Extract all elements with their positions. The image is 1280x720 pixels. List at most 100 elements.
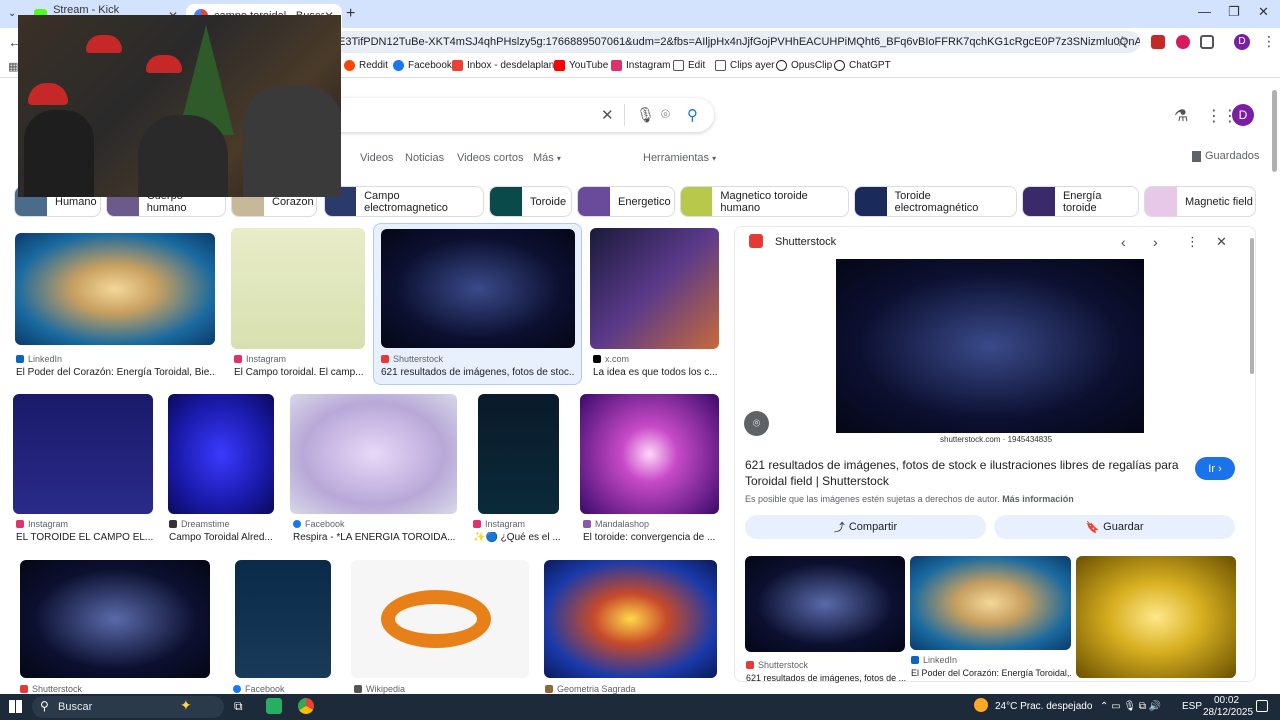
- related-image[interactable]: [1076, 556, 1236, 678]
- windows-start-icon[interactable]: [9, 700, 22, 713]
- result-source[interactable]: Facebook: [293, 519, 345, 529]
- close-panel-icon[interactable]: ✕: [1216, 234, 1227, 250]
- tab-list-chevron-icon[interactable]: ⌄: [8, 8, 16, 19]
- bookmark-clips-ayer[interactable]: Clips ayer: [715, 60, 774, 71]
- result-source[interactable]: Wikipedia: [354, 684, 405, 694]
- new-tab-button[interactable]: +: [346, 5, 355, 23]
- tools-button[interactable]: Herramientas ▾: [643, 152, 716, 164]
- chip-campo-electromagnetico[interactable]: Campo electromagnetico: [324, 186, 484, 217]
- save-button[interactable]: 🔖 Guardar: [994, 515, 1235, 539]
- bookmark-reddit[interactable]: Reddit: [344, 60, 388, 71]
- bookmark-chatgpt[interactable]: ChatGPT: [834, 60, 891, 71]
- result-image-selected[interactable]: [381, 229, 575, 348]
- tab-videos-cortos[interactable]: Videos cortos: [457, 152, 523, 164]
- more-info-link[interactable]: Más información: [1002, 494, 1074, 504]
- result-source[interactable]: Dreamstime: [169, 519, 230, 529]
- result-source[interactable]: Instagram: [16, 519, 68, 529]
- chip-toroide-electromagnetico[interactable]: Toroide electromagnético: [854, 186, 1017, 217]
- weather-text[interactable]: 24°C Prac. despejado: [995, 701, 1092, 712]
- result-caption[interactable]: Campo Toroidal Alred...: [169, 532, 279, 543]
- lens-search-icon[interactable]: ⌾: [744, 411, 769, 436]
- taskbar-search[interactable]: Buscar: [32, 696, 224, 718]
- preview-image[interactable]: [836, 259, 1144, 433]
- tab-mas[interactable]: Más ▾: [533, 152, 561, 164]
- search-box[interactable]: [330, 98, 714, 132]
- related-source[interactable]: LinkedIn: [911, 655, 957, 665]
- result-source[interactable]: Mandalashop: [583, 519, 649, 529]
- related-image[interactable]: [745, 556, 905, 652]
- extension-red-icon[interactable]: [1151, 35, 1165, 49]
- result-image[interactable]: [235, 560, 331, 678]
- result-caption[interactable]: La idea es que todos los c...: [593, 367, 719, 378]
- extension-pink-icon[interactable]: [1176, 35, 1190, 49]
- mic-icon[interactable]: 🎙: [636, 106, 655, 124]
- notification-icon[interactable]: [1256, 700, 1268, 712]
- result-image[interactable]: [20, 560, 210, 678]
- chip-energetico[interactable]: Energetico: [577, 186, 675, 217]
- tray-icons[interactable]: ⌃ ▭ 🎙 ⧉ 🔊: [1100, 701, 1161, 712]
- more-options-icon[interactable]: ⋮: [1186, 234, 1199, 250]
- related-source[interactable]: Shutterstock: [746, 660, 808, 670]
- chip-magnetico-toroide-humano[interactable]: Magnetico toroide humano: [680, 186, 849, 217]
- clear-icon[interactable]: ✕: [601, 106, 614, 124]
- next-icon[interactable]: ›: [1153, 234, 1158, 250]
- result-image[interactable]: [478, 394, 559, 514]
- bookmark-facebook[interactable]: Facebook: [393, 60, 452, 71]
- result-caption[interactable]: ✨🔵 ¿Qué es el ...: [473, 532, 573, 543]
- browser-menu-icon[interactable]: ⋮: [1262, 33, 1276, 50]
- stream-video-overlay[interactable]: [18, 15, 341, 197]
- apps-grid-icon[interactable]: ▦: [8, 60, 18, 73]
- related-caption[interactable]: 621 resultados de imágenes, fotos de ...: [746, 673, 906, 683]
- tab-videos[interactable]: Videos: [360, 152, 393, 164]
- result-source[interactable]: x.com: [593, 354, 629, 364]
- result-image[interactable]: [15, 233, 215, 345]
- related-caption[interactable]: El Poder del Corazón: Energía Toroidal,.…: [911, 668, 1071, 678]
- extensions-puzzle-icon[interactable]: [1200, 35, 1214, 49]
- bookmark-opusclip[interactable]: OpusClip: [776, 60, 832, 71]
- search-icon[interactable]: ⚲: [687, 106, 698, 124]
- result-source[interactable]: Facebook: [233, 684, 285, 694]
- result-image[interactable]: [290, 394, 457, 514]
- task-view-icon[interactable]: ⧉: [234, 699, 243, 714]
- panel-source[interactable]: Shutterstock: [775, 236, 836, 248]
- minimize-icon[interactable]: —: [1198, 4, 1211, 19]
- clock-time[interactable]: 00:02: [1214, 695, 1239, 706]
- result-image[interactable]: [351, 560, 529, 678]
- result-caption[interactable]: El Campo toroidal. El camp...: [234, 367, 364, 378]
- bookmark-edit[interactable]: Edit: [673, 60, 705, 71]
- share-button[interactable]: ⤴ Compartir: [745, 515, 986, 539]
- previous-icon[interactable]: ‹: [1121, 234, 1126, 250]
- result-source[interactable]: LinkedIn: [16, 354, 62, 364]
- result-image[interactable]: [13, 394, 153, 514]
- result-caption[interactable]: Respira - *LA ENERGIA TOROIDA...: [293, 532, 458, 543]
- result-caption[interactable]: El Poder del Corazón: Energía Toroidal, …: [16, 367, 216, 378]
- lens-icon[interactable]: ⌾: [661, 106, 670, 123]
- result-source[interactable]: Instagram: [473, 519, 525, 529]
- close-window-icon[interactable]: ✕: [1258, 4, 1269, 20]
- green-app-icon[interactable]: [266, 698, 282, 714]
- result-image[interactable]: [590, 228, 719, 349]
- language-indicator[interactable]: ESP: [1182, 701, 1202, 712]
- chrome-icon[interactable]: [298, 698, 314, 714]
- saved-button[interactable]: Guardados: [1192, 150, 1259, 162]
- restore-icon[interactable]: ❐: [1228, 4, 1240, 20]
- clock-date[interactable]: 28/12/2025: [1203, 707, 1253, 718]
- result-source[interactable]: Shutterstock: [381, 354, 443, 364]
- result-image[interactable]: [168, 394, 274, 514]
- result-caption[interactable]: EL TOROIDE EL CAMPO EL...: [16, 532, 156, 543]
- result-image[interactable]: [544, 560, 717, 678]
- page-scrollbar[interactable]: [1272, 90, 1277, 172]
- result-caption[interactable]: El toroide: convergencia de ...: [583, 532, 719, 543]
- result-image[interactable]: [231, 228, 365, 349]
- profile-avatar[interactable]: D: [1234, 34, 1250, 50]
- tab-noticias[interactable]: Noticias: [405, 152, 444, 164]
- result-source[interactable]: Geometria Sagrada: [545, 684, 636, 694]
- result-source[interactable]: Instagram: [234, 354, 286, 364]
- chip-toroide[interactable]: Toroide: [489, 186, 572, 217]
- related-image[interactable]: [910, 556, 1071, 650]
- result-source[interactable]: Shutterstock: [20, 684, 82, 694]
- chip-energia-toroide[interactable]: Energía toroide: [1022, 186, 1139, 217]
- bookmark-star-icon[interactable]: ☆: [1116, 33, 1129, 50]
- bookmark-inbox[interactable]: Inbox - desdelaplan...: [452, 60, 563, 71]
- labs-flask-icon[interactable]: ⚗: [1174, 106, 1188, 126]
